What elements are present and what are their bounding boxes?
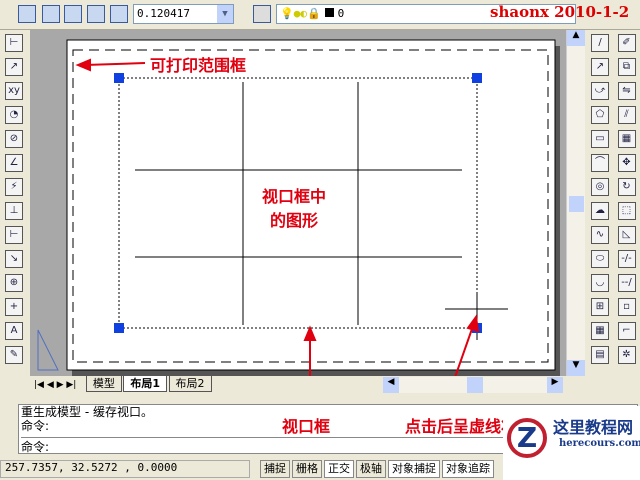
- insert-block-icon[interactable]: ⊞: [591, 298, 609, 316]
- scroll-down-icon[interactable]: ▼: [567, 360, 585, 376]
- draw-toolbar: / ↗ ⤻ ⬠ ▭ ⌒ ◎ ☁ ∿ ⬭ ◡ ⊞ ▦ ▤: [587, 30, 613, 400]
- polyline-icon[interactable]: ⤻: [591, 82, 609, 100]
- table-icon[interactable]: ▤: [591, 346, 609, 364]
- polar-toggle[interactable]: 极轴: [356, 460, 386, 478]
- move-icon[interactable]: ✥: [617, 154, 636, 172]
- layout-tab-bar: |◀ ◀ ▶ ▶| 模型 布局1 布局2 ◀ ▶: [28, 376, 566, 394]
- h-scroll-thumb[interactable]: [467, 377, 483, 393]
- rotate-icon[interactable]: ↻: [617, 178, 636, 196]
- aligned-dim-icon[interactable]: ↗: [5, 58, 23, 76]
- scroll-thumb[interactable]: [569, 196, 584, 212]
- left-dimension-toolbar: ⊢ ↗ xy ◔ ⊘ ∠ ⚡ ⊥ ⊢ ↘ ⊕ + A ✎: [0, 30, 28, 400]
- mirror-icon[interactable]: ⇋: [617, 82, 636, 100]
- quick-dim-icon[interactable]: ⚡: [5, 178, 23, 196]
- circle-icon[interactable]: ◎: [591, 178, 609, 196]
- coordinates-readout: 257.7357, 32.5272 , 0.0000: [0, 460, 250, 478]
- break-icon[interactable]: ▫: [617, 298, 636, 316]
- angular-icon[interactable]: ∠: [5, 154, 23, 172]
- leader-icon[interactable]: ↘: [5, 250, 23, 268]
- scale-icon[interactable]: ⬚: [617, 202, 636, 220]
- line-icon[interactable]: /: [591, 34, 609, 52]
- dim-text-edit-icon[interactable]: ✎: [5, 346, 23, 364]
- viewport-content-label-1: 视口框中: [262, 187, 327, 206]
- clip-viewport-icon[interactable]: [110, 5, 128, 23]
- chamfer-icon[interactable]: ⌐: [617, 322, 636, 340]
- dim-edit-icon[interactable]: A: [5, 322, 23, 340]
- explode-icon[interactable]: ✲: [617, 346, 636, 364]
- otrack-toggle[interactable]: 对象追踪: [442, 460, 494, 478]
- stretch-icon[interactable]: ◺: [617, 226, 636, 244]
- spline-icon[interactable]: ∿: [591, 226, 609, 244]
- top-toolbar: 0.120417 ▼ 💡●◐🔒 0 shaonx 2010-1-2: [0, 0, 640, 30]
- scale-value: 0.120417: [137, 7, 190, 20]
- erase-icon[interactable]: ✐: [617, 34, 636, 52]
- tolerance-icon[interactable]: ⊕: [5, 274, 23, 292]
- single-viewport-icon[interactable]: [42, 5, 60, 23]
- logo-url: herecours.com: [559, 438, 640, 449]
- ellipse-arc-icon[interactable]: ◡: [591, 274, 609, 292]
- site-logo: Z 这里教程网 herecours.com: [503, 406, 640, 480]
- array-icon[interactable]: ▦: [617, 130, 636, 148]
- chevron-down-icon[interactable]: ▼: [217, 5, 233, 23]
- scroll-right-icon[interactable]: ▶: [547, 377, 563, 393]
- layer-name: 0: [337, 7, 345, 20]
- ortho-toggle[interactable]: 正交: [324, 460, 354, 478]
- rectangle-icon[interactable]: ▭: [591, 130, 609, 148]
- horizontal-scrollbar[interactable]: ◀ ▶: [383, 377, 563, 393]
- viewport-label: 视口框: [282, 417, 331, 436]
- ordinate-icon[interactable]: xy: [5, 82, 23, 100]
- continue-icon[interactable]: ⊢: [5, 226, 23, 244]
- tab-nav-arrows[interactable]: |◀ ◀ ▶ ▶|: [34, 380, 76, 390]
- dashed-label: 点击后呈虚线状: [405, 417, 518, 436]
- modify-toolbar: ✐ ⧉ ⇋ ⫽ ▦ ✥ ↻ ⬚ ◺ -/- --/ ▫ ⌐ ✲: [613, 30, 640, 400]
- trim-icon[interactable]: -/-: [617, 250, 636, 268]
- polygon-viewport-icon[interactable]: [64, 5, 82, 23]
- logo-name: 这里教程网: [553, 418, 634, 437]
- extend-icon[interactable]: --/: [617, 274, 636, 292]
- object-viewport-icon[interactable]: [87, 5, 105, 23]
- ucs-icon: [37, 329, 59, 371]
- tab-layout2[interactable]: 布局2: [168, 376, 212, 392]
- vertical-scrollbar[interactable]: ▲ ▼: [566, 30, 585, 376]
- layers-icon[interactable]: [253, 5, 271, 23]
- color-swatch: [324, 8, 334, 17]
- ellipse-icon[interactable]: ⬭: [591, 250, 609, 268]
- linear-dim-icon[interactable]: ⊢: [5, 34, 23, 52]
- lightbulb-icon: 💡●◐🔒: [280, 7, 321, 20]
- layout-icon[interactable]: [18, 5, 36, 23]
- offset-icon[interactable]: ⫽: [617, 106, 636, 124]
- hatch-icon[interactable]: ▦: [591, 322, 609, 340]
- cloud-icon[interactable]: ☁: [591, 202, 609, 220]
- tab-layout1[interactable]: 布局1: [123, 376, 167, 392]
- grid-toggle[interactable]: 栅格: [292, 460, 322, 478]
- osnap-toggle[interactable]: 对象捕捉: [388, 460, 440, 478]
- arc-icon[interactable]: ⌒: [591, 154, 609, 172]
- scroll-up-icon[interactable]: ▲: [567, 30, 585, 46]
- snap-toggle[interactable]: 捕捉: [260, 460, 290, 478]
- polygon-icon[interactable]: ⬠: [591, 106, 609, 124]
- center-mark-icon[interactable]: +: [5, 298, 23, 316]
- viewport-scale-select[interactable]: 0.120417 ▼: [133, 4, 234, 24]
- viewport-content-label-2: 的图形: [270, 211, 319, 230]
- watermark-text: shaonx 2010-1-2: [490, 3, 630, 21]
- copy-icon[interactable]: ⧉: [617, 58, 636, 76]
- logo-z-icon: Z: [507, 418, 547, 458]
- tab-model[interactable]: 模型: [85, 376, 122, 392]
- print-border-label: 可打印范围框: [150, 56, 247, 75]
- scroll-left-icon[interactable]: ◀: [383, 377, 399, 393]
- radius-icon[interactable]: ◔: [5, 106, 23, 124]
- baseline-icon[interactable]: ⊥: [5, 202, 23, 220]
- diameter-icon[interactable]: ⊘: [5, 130, 23, 148]
- construction-line-icon[interactable]: ↗: [591, 58, 609, 76]
